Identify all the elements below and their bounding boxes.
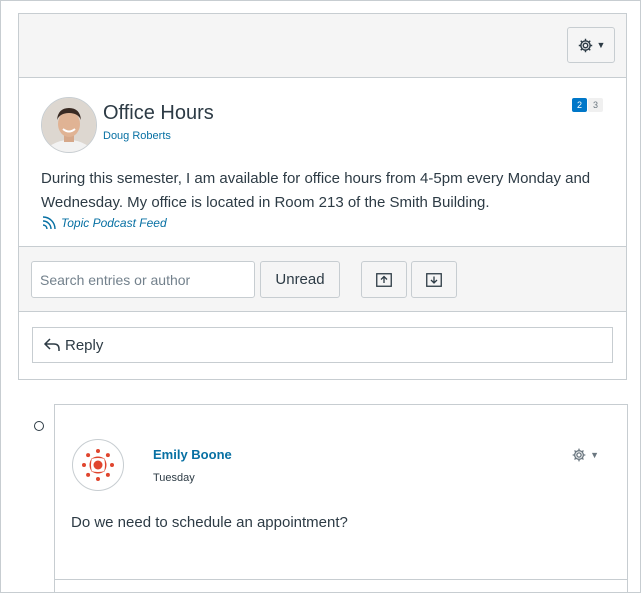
canvas-logo-icon <box>82 449 114 481</box>
entry-count-badges: 2 3 <box>572 98 604 112</box>
author-photo <box>42 98 96 152</box>
topic-message: During this semester, I am available for… <box>41 170 591 211</box>
chevron-down-icon: ▼ <box>596 39 606 50</box>
unread-count-badge: 2 <box>572 98 588 112</box>
topic-title: Office Hours <box>103 102 214 124</box>
reply-label: Reply <box>65 336 104 354</box>
reply-button[interactable]: Reply <box>32 327 613 363</box>
collapse-replies-button[interactable] <box>361 261 407 298</box>
podcast-feed-label: Topic Podcast Feed <box>61 216 167 230</box>
reply-arrow-icon <box>43 338 60 351</box>
topic-settings-button[interactable]: ▼ <box>567 27 615 63</box>
expand-replies-button[interactable] <box>411 261 457 298</box>
author-avatar[interactable] <box>41 97 97 153</box>
search-entries-input[interactable] <box>31 261 255 298</box>
unread-filter-button[interactable]: Unread <box>260 261 340 298</box>
settings-gear-icon <box>578 38 592 52</box>
discussion-entry: Emily Boone Tuesday ▼ Do we need to sche… <box>54 404 628 592</box>
topic-author-link[interactable]: Doug Roberts <box>103 130 171 142</box>
total-count-badge: 3 <box>588 98 604 112</box>
settings-gear-icon <box>572 448 586 462</box>
entry-settings-button[interactable]: ▼ <box>571 447 599 463</box>
collapse-all-icon <box>376 272 392 287</box>
entry-footer-divider <box>55 579 627 580</box>
entry-date: Tuesday <box>153 472 195 484</box>
podcast-feed-link[interactable]: Topic Podcast Feed <box>41 215 167 231</box>
rss-icon <box>42 216 56 230</box>
entry-bullet <box>34 421 44 431</box>
discussion-topic: ▼ Office Hours Doug Roberts 2 3 During t… <box>18 13 627 380</box>
topic-header: ▼ <box>19 14 626 78</box>
discussion-page: ▼ Office Hours Doug Roberts 2 3 During t… <box>0 0 641 593</box>
entry-author-link[interactable]: Emily Boone <box>153 447 232 462</box>
entry-avatar[interactable] <box>72 439 124 491</box>
expand-all-icon <box>426 272 442 287</box>
discussion-toolbar: Unread <box>19 246 626 312</box>
entry-message: Do we need to schedule an appointment? <box>71 514 348 531</box>
chevron-down-icon: ▼ <box>590 449 599 460</box>
